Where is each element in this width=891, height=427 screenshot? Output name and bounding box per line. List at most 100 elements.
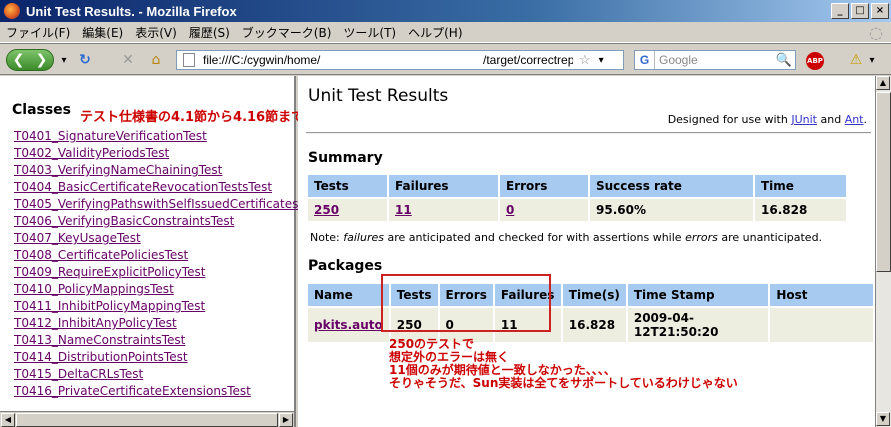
summary-tests-cell: 250 bbox=[308, 199, 387, 221]
adblock-plus-icon[interactable]: ABP bbox=[806, 52, 824, 70]
package-timestamp: 2009-04-12T21:50:20 bbox=[627, 308, 769, 342]
summary-tests-link[interactable]: 250 bbox=[314, 203, 339, 217]
summary-errors-link[interactable]: 0 bbox=[506, 203, 514, 217]
class-link[interactable]: T0411_InhibitPolicyMappingTest bbox=[14, 298, 306, 315]
vertical-scrollbar[interactable]: ▲ ▼ bbox=[875, 76, 891, 427]
ant-link[interactable]: Ant bbox=[845, 113, 864, 126]
maximize-button[interactable]: □ bbox=[851, 3, 869, 19]
class-link[interactable]: T0413_NameConstraintsTest bbox=[14, 332, 306, 349]
note-suffix: are unanticipated. bbox=[717, 231, 823, 244]
vertical-scroll-thumb[interactable] bbox=[876, 92, 891, 272]
page-title: Unit Test Results bbox=[308, 86, 449, 106]
menu-history[interactable]: 履歴(S) bbox=[183, 24, 236, 41]
scroll-thumb[interactable] bbox=[16, 413, 278, 427]
classes-frame: Classes テスト仕様書の4.1節から4.16節まで分かれている T0401… bbox=[0, 76, 382, 427]
designed-suffix: . bbox=[863, 113, 868, 126]
annotation-line: そりゃそうだ、Sun実装は全てをサポートしているわけじゃない bbox=[389, 376, 738, 390]
highlight-box bbox=[381, 274, 551, 332]
junit-link[interactable]: JUnit bbox=[791, 113, 817, 126]
class-link[interactable]: T0402_ValidityPeriodsTest bbox=[14, 145, 306, 162]
class-link[interactable]: T0401_SignatureVerificationTest bbox=[14, 128, 306, 145]
reload-icon[interactable]: ↻ bbox=[74, 49, 96, 71]
note-prefix: Note: bbox=[310, 231, 344, 244]
designed-for-text: Designed for use with JUnit and Ant. bbox=[668, 113, 867, 126]
packages-header-timestamp: Time Stamp bbox=[627, 284, 769, 306]
back-forward-group: ❮ ❯ bbox=[6, 49, 54, 71]
designed-and: and bbox=[816, 113, 845, 126]
packages-header-time: Time(s) bbox=[562, 284, 626, 306]
menu-tools[interactable]: ツール(T) bbox=[337, 24, 402, 41]
scroll-down-icon[interactable]: ▼ bbox=[876, 412, 890, 426]
navigation-toolbar: ❮ ❯ ▾ ↻ ✕ ⌂ file:///C:/cygwin/home/ /tar… bbox=[0, 43, 891, 75]
home-icon[interactable]: ⌂ bbox=[146, 49, 166, 71]
summary-heading: Summary bbox=[308, 150, 383, 166]
class-link[interactable]: T0408_CertificatePoliciesTest bbox=[14, 247, 306, 264]
menu-view[interactable]: 表示(V) bbox=[129, 24, 183, 41]
class-link[interactable]: T0407_KeyUsageTest bbox=[14, 230, 306, 247]
packages-heading: Packages bbox=[308, 258, 383, 274]
package-name-link[interactable]: pkits.auto bbox=[314, 318, 383, 332]
class-link[interactable]: T0414_DistributionPointsTest bbox=[14, 349, 306, 366]
firefox-icon bbox=[4, 3, 20, 19]
url-bar[interactable]: file:///C:/cygwin/home/ /target/correctr… bbox=[176, 50, 624, 70]
packages-header-host: Host bbox=[770, 284, 873, 306]
class-link[interactable]: T0405_VerifyingPathswithSelfIssuedCertif… bbox=[14, 196, 306, 213]
results-annotation: 250のテストで 想定外のエラーは無く 11個のみが期待値と一致しなかった、、、… bbox=[389, 338, 738, 390]
class-link[interactable]: T0410_PolicyMappingsTest bbox=[14, 281, 306, 298]
back-icon[interactable]: ❮ bbox=[13, 52, 25, 68]
note-errors: errors bbox=[685, 231, 718, 244]
scroll-up-icon[interactable]: ▲ bbox=[876, 76, 890, 90]
bookmark-star-icon[interactable]: ☆ bbox=[579, 52, 591, 68]
menu-bookmarks[interactable]: ブックマーク(B) bbox=[236, 24, 338, 41]
search-box[interactable]: G Google 🔍 bbox=[634, 50, 796, 70]
forward-icon[interactable]: ❯ bbox=[36, 52, 48, 68]
class-link[interactable]: T0406_VerifyingBasicConstraintsTest bbox=[14, 213, 306, 230]
extension-dropdown-icon[interactable]: ▾ bbox=[866, 49, 878, 71]
window-title: Unit Test Results. - Mozilla Firefox bbox=[26, 3, 237, 19]
throbber-icon: ◌ bbox=[869, 23, 883, 42]
url-text-start[interactable]: file:///C:/cygwin/home/ bbox=[203, 53, 483, 67]
menu-help[interactable]: ヘルプ(H) bbox=[402, 24, 468, 41]
note-mid: are anticipated and checked for with ass… bbox=[383, 231, 686, 244]
search-icon[interactable]: 🔍 bbox=[776, 52, 792, 68]
minimize-button[interactable]: _ bbox=[831, 3, 849, 19]
summary-header-errors: Errors bbox=[500, 175, 588, 197]
page-icon bbox=[183, 53, 195, 67]
packages-header-name: Name bbox=[308, 284, 389, 306]
google-engine-icon[interactable]: G bbox=[635, 51, 655, 69]
url-text-end[interactable]: /target/correctrep bbox=[483, 53, 573, 67]
note-text: Note: failures are anticipated and check… bbox=[310, 231, 822, 244]
class-link[interactable]: T0403_VerifyingNameChainingTest bbox=[14, 162, 306, 179]
class-link[interactable]: T0412_InhibitAnyPolicyTest bbox=[14, 315, 306, 332]
summary-errors-cell: 0 bbox=[500, 199, 588, 221]
summary-header-row: Tests Failures Errors Success rate Time bbox=[308, 175, 846, 197]
summary-failures-link[interactable]: 11 bbox=[395, 203, 412, 217]
summary-header-failures: Failures bbox=[389, 175, 498, 197]
class-link[interactable]: T0415_DeltaCRLsTest bbox=[14, 366, 306, 383]
summary-header-time: Time bbox=[755, 175, 846, 197]
class-list: T0401_SignatureVerificationTest T0402_Va… bbox=[14, 128, 306, 400]
note-failures: failures bbox=[343, 231, 384, 244]
designed-prefix: Designed for use with bbox=[667, 113, 792, 126]
close-button[interactable]: × bbox=[871, 3, 889, 19]
class-link[interactable]: T0404_BasicCertificateRevocationTestsTes… bbox=[14, 179, 306, 196]
summary-header-success-rate: Success rate bbox=[590, 175, 753, 197]
search-input[interactable]: Google bbox=[659, 53, 698, 67]
history-dropdown-icon[interactable]: ▾ bbox=[58, 49, 70, 71]
url-dropdown-icon[interactable]: ▾ bbox=[599, 55, 604, 66]
stop-icon[interactable]: ✕ bbox=[118, 49, 138, 71]
summary-header-tests: Tests bbox=[308, 175, 387, 197]
classes-horizontal-scrollbar[interactable]: ◀ ▶ bbox=[0, 411, 294, 427]
extension-icon[interactable]: ⚠ bbox=[846, 49, 866, 71]
menu-file[interactable]: ファイル(F) bbox=[0, 24, 76, 41]
class-link[interactable]: T0409_RequireExplicitPolicyTest bbox=[14, 264, 306, 281]
menu-edit[interactable]: 編集(E) bbox=[76, 24, 129, 41]
package-host bbox=[770, 308, 873, 342]
class-link[interactable]: T0416_PrivateCertificateExtensionsTest bbox=[14, 383, 306, 400]
window-titlebar[interactable]: Unit Test Results. - Mozilla Firefox _ □… bbox=[0, 0, 891, 22]
package-name-cell: pkits.auto bbox=[308, 308, 389, 342]
package-time: 16.828 bbox=[562, 308, 626, 342]
scroll-left-icon[interactable]: ◀ bbox=[1, 413, 15, 427]
menu-bar: ファイル(F) 編集(E) 表示(V) 履歴(S) ブックマーク(B) ツール(… bbox=[0, 22, 891, 43]
scroll-right-icon[interactable]: ▶ bbox=[279, 413, 293, 427]
